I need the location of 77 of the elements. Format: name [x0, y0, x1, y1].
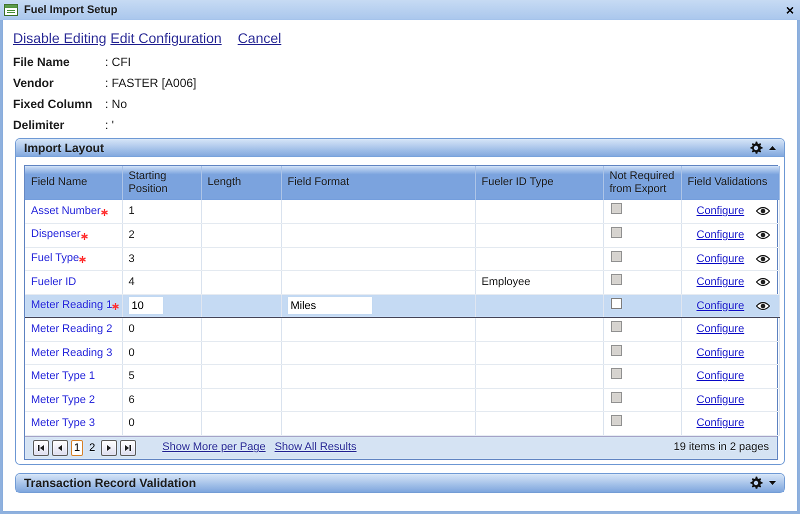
last-page-button[interactable] [120, 440, 136, 456]
table-cell: 2 [128, 229, 135, 241]
field-label: Vendor [13, 74, 55, 92]
collapse-icon[interactable] [769, 146, 776, 150]
configure-link[interactable]: Configure [696, 229, 744, 241]
field-label: Delimiter [13, 116, 66, 134]
window-title: Fuel Import Setup [24, 2, 118, 18]
field-label: Fixed Column [13, 96, 94, 112]
column-header: Not Required from Export [603, 166, 681, 200]
configure-link[interactable]: Configure [696, 205, 744, 218]
field-value: : CFI [105, 54, 131, 70]
action-link[interactable]: Disable Editing [13, 28, 106, 49]
field-name: Fueler ID [31, 276, 76, 288]
table-cell: 0 [128, 346, 135, 358]
field-name: Meter Type 2 [31, 394, 95, 406]
view-icon[interactable] [756, 300, 770, 312]
field-name: Meter Reading 1 [31, 298, 112, 311]
last-page-icon [124, 444, 132, 452]
table-cell: 0 [128, 323, 135, 335]
configure-link[interactable]: Configure [696, 394, 744, 406]
column-header: Field Name [25, 166, 122, 200]
configure-link[interactable]: Configure [696, 323, 744, 335]
field-label: File Name [13, 54, 71, 70]
first-page-icon [37, 444, 45, 452]
action-link[interactable]: Cancel [238, 28, 282, 49]
settings-icon[interactable] [749, 476, 763, 490]
table-cell: 1 [128, 205, 135, 218]
input-field[interactable]: 10 [128, 297, 162, 314]
table-cell: Employee [482, 276, 530, 288]
checkbox[interactable] [610, 298, 622, 308]
previous-page-icon [56, 444, 64, 452]
page-link[interactable]: 1 [71, 440, 84, 456]
field-value: : No [105, 96, 128, 112]
column-header: Fueler ID Type [475, 166, 603, 200]
panel-title: Import Layout [24, 140, 104, 157]
configure-link[interactable]: Configure [696, 417, 744, 429]
close-button[interactable]: × [786, 3, 794, 17]
action-link[interactable]: Edit Configuration [110, 28, 222, 49]
configure-link[interactable]: Configure [696, 370, 744, 382]
view-icon[interactable] [756, 276, 770, 288]
table-cell: 0 [128, 417, 135, 429]
table-cell: 3 [128, 252, 135, 264]
view-icon[interactable] [756, 229, 770, 241]
panel-title: Transaction Record Validation [24, 474, 196, 492]
pager-link[interactable]: Show All Results [274, 439, 357, 456]
view-icon[interactable] [756, 252, 770, 264]
next-page-button[interactable] [101, 440, 118, 456]
field-name: Meter Reading 3 [31, 346, 112, 358]
expand-icon[interactable] [769, 480, 776, 484]
column-header: Length [201, 166, 281, 200]
field-name: Meter Reading 2 [31, 323, 112, 335]
field-name: Dispenser [31, 228, 81, 240]
column-header: Starting Position [122, 166, 201, 200]
table-cell: 6 [128, 394, 135, 406]
configure-link[interactable]: Configure [696, 276, 744, 288]
column-header: Field Validations [681, 166, 779, 200]
input-field[interactable]: Miles [288, 297, 372, 314]
configure-link[interactable]: Configure [696, 252, 744, 264]
field-value: : FASTER [A006] [105, 74, 196, 92]
next-page-icon [105, 444, 114, 452]
previous-page-button[interactable] [52, 440, 68, 456]
first-page-button[interactable] [33, 440, 49, 456]
settings-icon[interactable] [749, 141, 763, 155]
view-icon[interactable] [756, 205, 770, 218]
pager-link[interactable]: Show More per Page [162, 439, 266, 456]
configure-link[interactable]: Configure [696, 346, 744, 358]
field-name: Asset Number [31, 204, 101, 216]
field-name: Meter Type 3 [31, 417, 95, 429]
page-link[interactable]: 2 [86, 440, 98, 456]
field-name: Meter Type 1 [31, 370, 95, 382]
field-value: : ' [105, 116, 114, 134]
column-header: Field Format [281, 166, 475, 200]
table-cell: 4 [128, 276, 135, 288]
pager-summary: 19 items in 2 pages [674, 440, 769, 456]
window-icon [4, 4, 18, 16]
field-name: Fuel Type [31, 252, 80, 264]
table-cell: 5 [128, 370, 135, 382]
